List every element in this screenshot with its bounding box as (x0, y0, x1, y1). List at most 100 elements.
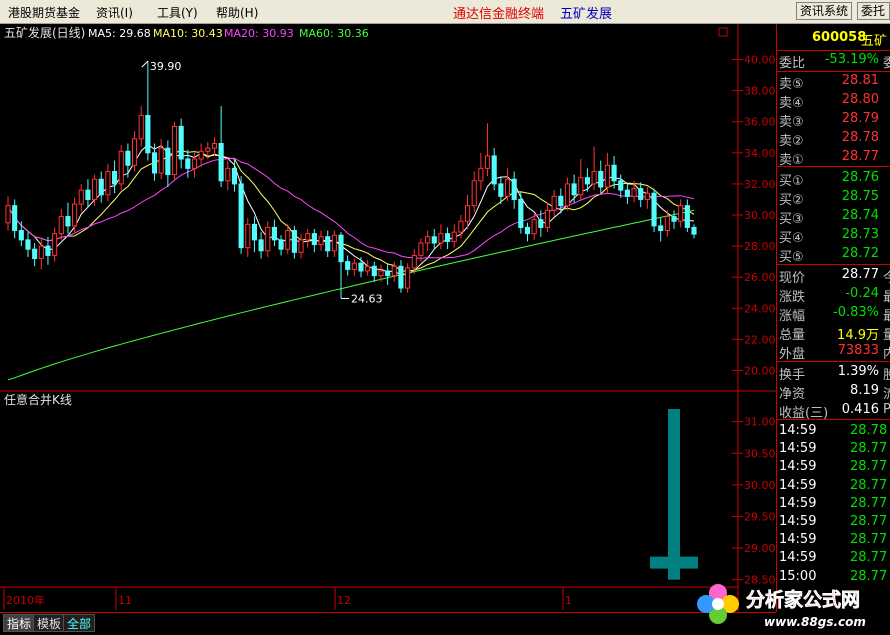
stat-tail: 最 (883, 305, 890, 324)
sub-tick-label: 29.00 (744, 542, 776, 555)
candle-up (72, 203, 78, 227)
candle-down (65, 216, 71, 227)
y-tick-label: 40.00 (744, 54, 776, 67)
candle-down (125, 150, 131, 166)
candle-up (351, 262, 357, 270)
stat-label: 总量 (779, 328, 806, 343)
sub-tick-label: 29.50 (744, 510, 776, 523)
candle-down (18, 230, 24, 241)
ask-label: 卖② (779, 134, 804, 149)
candle-down (611, 164, 617, 182)
menu-bar: 港股期货基金 资讯(I) 工具(Y) 帮助(H) 通达信金融终端 五矿发展 资讯… (0, 0, 890, 24)
candle-up (391, 265, 397, 277)
candle-down (12, 205, 18, 232)
delegate-button[interactable]: 委托 (857, 2, 890, 20)
candle-down (538, 219, 544, 228)
candle-up (631, 188, 637, 197)
flower-logo-icon (697, 584, 739, 624)
menu-item-help[interactable]: 帮助(H) (216, 4, 258, 21)
kline-chart[interactable]: 五矿发展(日线) MA5: 29.68 MA10: 30.43 MA20: 30… (0, 24, 776, 612)
candle-down (358, 262, 364, 272)
candle-down (584, 177, 591, 185)
candle-up (105, 170, 111, 196)
price-axis: 40.00 38.00 36.00 34.00 32.00 30.00 28.00 26.00… (732, 54, 776, 377)
stat-row: 现价 28.77 今 (777, 267, 890, 286)
candle-down (498, 183, 504, 197)
date-axis: 2010年 11 12 1 (3, 587, 572, 610)
candle-up (92, 178, 98, 200)
weibi-value: -53.19% (824, 52, 879, 67)
candle-down (165, 147, 171, 176)
candle-down (45, 245, 51, 256)
tab-templates[interactable]: 模板 (33, 614, 66, 632)
menu-item-hk-futures[interactable]: 港股期货基金 (8, 4, 80, 21)
candle-down (151, 152, 158, 174)
candle-up (5, 205, 11, 224)
weibi-row: 委比 -53.19% 委 (777, 52, 890, 71)
bid-row: 买① 28.76 (777, 170, 890, 189)
candle-down (491, 155, 497, 185)
bid-price: 28.73 (841, 227, 879, 242)
merged-candle-close (650, 556, 698, 569)
candle-up (504, 178, 511, 197)
tick-price: 28.77 (850, 495, 888, 511)
high-marker-label: 39.90 (150, 60, 182, 73)
candle-down (691, 226, 697, 235)
merged-candle (650, 409, 698, 580)
candle-up (298, 239, 304, 253)
ask-row: 卖⑤ 28.81 (777, 73, 890, 92)
stat-row: 外盘 73833 内 (777, 343, 890, 362)
high-marker-arrow (141, 60, 149, 68)
candle-up (225, 167, 231, 182)
ask-row: 卖③ 28.79 (777, 111, 890, 130)
tab-all[interactable]: 全部 (63, 614, 96, 632)
candle-down (398, 265, 404, 289)
fin-row: 换手 1.39% 股 (777, 364, 890, 383)
ask-label: 卖③ (779, 115, 804, 130)
candle-down (218, 142, 224, 182)
tick-row: 14:59 28.77 (777, 550, 890, 568)
bid-price: 28.75 (841, 189, 879, 204)
candle-down (385, 270, 391, 277)
tick-row: 14:59 28.77 (777, 514, 890, 532)
y-tick-label: 26.00 (744, 271, 776, 284)
site-watermark: 分析家公式网 www.88gs.com (697, 584, 866, 629)
ask-label: 卖④ (779, 96, 804, 111)
tick-row: 14:59 28.77 (777, 478, 890, 496)
tab-indicators[interactable]: 指标 (3, 614, 36, 632)
menu-item-info[interactable]: 资讯(I) (96, 4, 133, 21)
fin-label: 换手 (779, 368, 806, 383)
candle-down (258, 239, 264, 252)
ask-price: 28.79 (841, 111, 879, 126)
candle-up (211, 142, 218, 149)
candle-up (191, 158, 198, 169)
candle-up (551, 195, 557, 211)
candle-down (431, 236, 437, 244)
expand-icon[interactable] (718, 27, 728, 37)
stat-label: 现价 (779, 271, 806, 286)
candle-down (518, 198, 524, 228)
ma5-line (7, 144, 695, 276)
candle-up (644, 192, 650, 200)
bottom-tab-bar: 指标 模板 全部 (0, 612, 776, 635)
stat-tail: 量 (883, 324, 890, 343)
candle-down (524, 226, 531, 235)
stock-header: 600058 五矿 (777, 30, 890, 49)
candle-down (371, 265, 377, 277)
info-system-button[interactable]: 资讯系统 (796, 2, 853, 20)
stat-label: 外盘 (779, 347, 806, 362)
stat-tail: 今 (883, 267, 890, 286)
merged-candle-body (668, 409, 680, 580)
menu-item-tools[interactable]: 工具(Y) (157, 4, 198, 21)
x-tick-label: 2010年 (6, 593, 45, 607)
fin-tail: 流 (883, 383, 890, 402)
fin-label: 净资 (779, 387, 806, 402)
candle-up (365, 265, 371, 272)
tick-price: 28.77 (850, 441, 888, 457)
tick-row: 14:59 28.77 (777, 459, 890, 477)
candle-down (638, 188, 644, 200)
candle-down (684, 205, 690, 228)
tick-price: 28.77 (850, 477, 888, 493)
candle-down (658, 225, 664, 232)
candle-up (405, 267, 411, 289)
